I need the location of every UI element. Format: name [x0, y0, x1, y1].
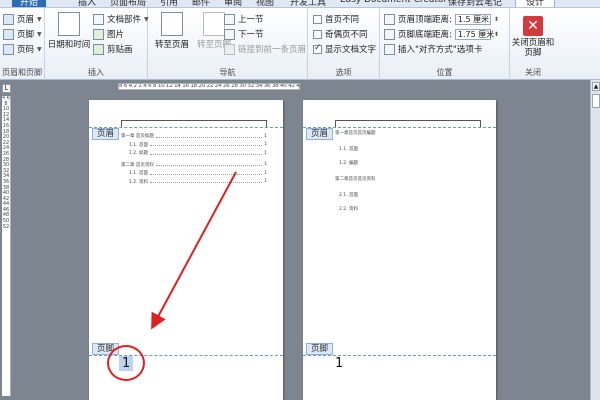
annotation-circle: [107, 345, 145, 381]
annotation-arrow: [151, 171, 237, 330]
